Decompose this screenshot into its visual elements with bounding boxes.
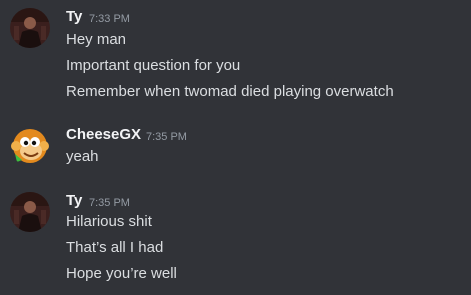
message-timestamp[interactable]: 7:35 PM (146, 130, 187, 144)
user-avatar[interactable] (10, 192, 50, 232)
dark-figure-avatar-icon (10, 192, 50, 232)
username[interactable]: Ty (66, 8, 82, 26)
message-text: That’s all I had (66, 239, 164, 256)
message-timestamp[interactable]: 7:35 PM (89, 196, 130, 210)
username[interactable]: Ty (66, 192, 82, 210)
message-text: Hilarious shit (66, 213, 152, 230)
dark-figure-avatar-icon (10, 8, 50, 48)
user-avatar[interactable] (10, 8, 50, 48)
user-avatar[interactable] (10, 126, 50, 166)
message-text: Hey man (66, 31, 127, 48)
cartoon-monkey-avatar-icon (10, 126, 50, 166)
message-text: Remember when twomad died playing overwa… (66, 83, 394, 100)
message-text: Important question for you (66, 57, 241, 74)
message-text: yeah (66, 148, 99, 165)
username[interactable]: CheeseGX (66, 126, 141, 144)
message-text: Hope you’re well (66, 265, 177, 282)
message-timestamp[interactable]: 7:33 PM (89, 12, 130, 26)
